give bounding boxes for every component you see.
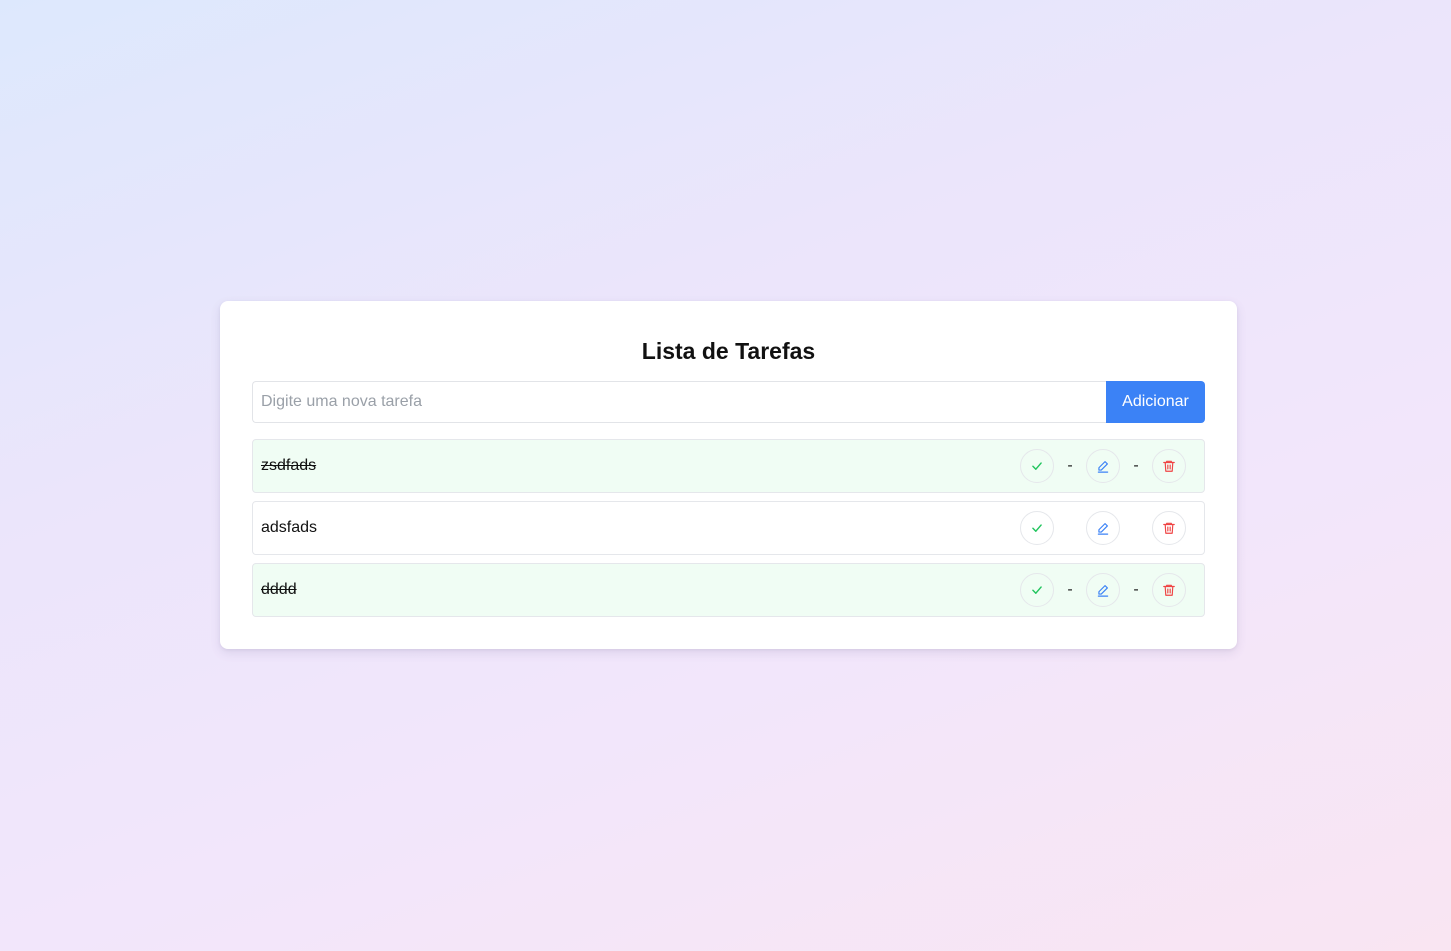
check-icon	[1032, 524, 1042, 532]
edit-task-button[interactable]	[1086, 573, 1120, 607]
complete-task-button[interactable]	[1020, 511, 1054, 545]
task-actions: - -	[1020, 449, 1186, 483]
task-item: zsdfads - -	[252, 439, 1205, 493]
todo-card: Lista de Tarefas Adicionar zsdfads - -	[220, 301, 1237, 649]
delete-task-button[interactable]	[1152, 511, 1186, 545]
pencil-icon	[1097, 523, 1109, 535]
task-list: zsdfads - - adsfads dddd - -	[252, 439, 1205, 617]
delete-task-button[interactable]	[1152, 573, 1186, 607]
pencil-icon	[1097, 585, 1109, 597]
trash-icon	[1163, 522, 1175, 534]
add-task-button[interactable]: Adicionar	[1106, 381, 1205, 423]
check-icon	[1032, 586, 1042, 594]
trash-icon	[1163, 584, 1175, 596]
task-text: dddd	[261, 581, 297, 598]
edit-task-button[interactable]	[1086, 511, 1120, 545]
trash-icon	[1163, 460, 1175, 472]
task-actions	[1020, 511, 1186, 545]
task-item: adsfads	[252, 501, 1205, 555]
task-actions: - -	[1020, 573, 1186, 607]
action-separator: -	[1067, 581, 1073, 598]
task-text: adsfads	[261, 519, 318, 536]
page-title: Lista de Tarefas	[641, 338, 816, 364]
complete-task-button[interactable]	[1020, 573, 1054, 607]
check-icon	[1032, 462, 1042, 470]
action-separator: -	[1067, 457, 1073, 474]
add-task-form: Adicionar	[252, 381, 1205, 423]
delete-task-button[interactable]	[1152, 449, 1186, 483]
complete-task-button[interactable]	[1020, 449, 1054, 483]
new-task-input[interactable]	[252, 381, 1106, 423]
action-separator: -	[1133, 457, 1139, 474]
task-item: dddd - -	[252, 563, 1205, 617]
edit-task-button[interactable]	[1086, 449, 1120, 483]
pencil-icon	[1097, 461, 1109, 473]
task-text: zsdfads	[261, 457, 317, 474]
action-separator: -	[1133, 581, 1139, 598]
